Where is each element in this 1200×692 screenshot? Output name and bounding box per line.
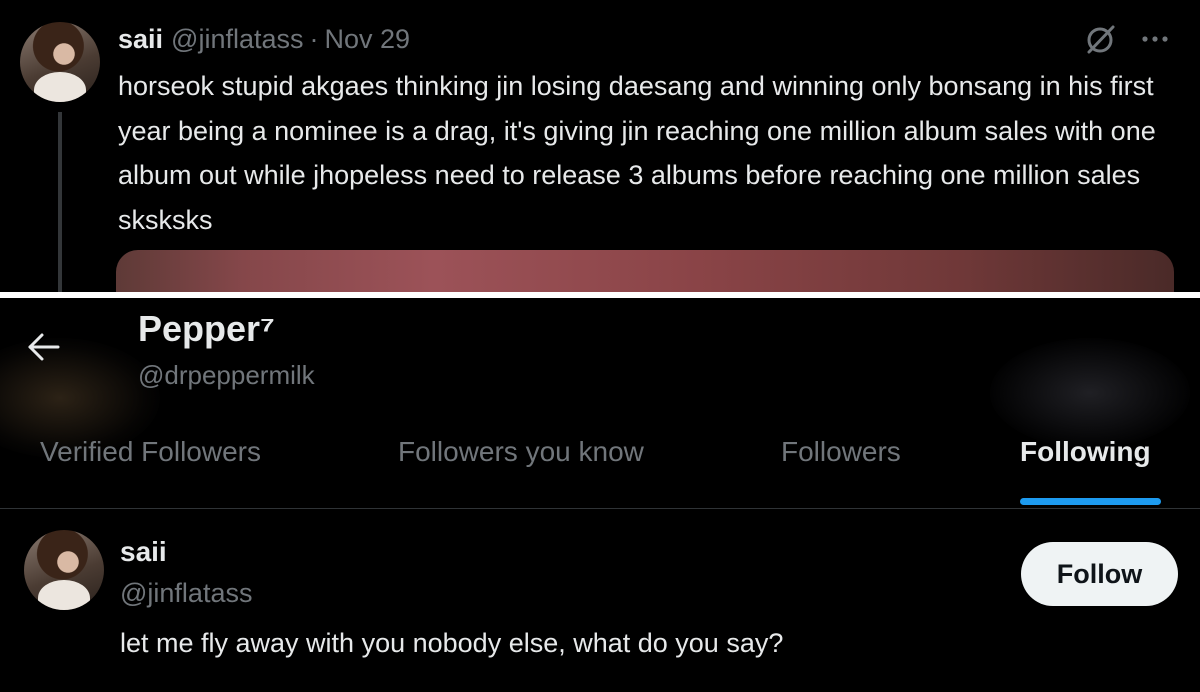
tweet-date[interactable]: Nov 29 [325,24,411,55]
follow-button[interactable]: Follow [1021,542,1178,606]
user-handle[interactable]: @jinflatass [120,578,252,609]
tabs-divider [0,508,1200,509]
tweet-author-name[interactable]: saii [118,24,163,55]
tab-following[interactable]: Following [1020,436,1151,468]
user-name[interactable]: saii [120,536,167,568]
more-icon[interactable] [1138,22,1172,56]
back-arrow-icon[interactable] [24,328,62,366]
user-bio: let me fly away with you nobody else, wh… [120,628,784,658]
tweet-text: horseok stupid akgaes thinking jin losin… [118,71,1156,235]
tab-verified-followers[interactable]: Verified Followers [40,436,261,468]
tweet-header: saii @jinflatass · Nov 29 [118,22,410,56]
tab-followers[interactable]: Followers [781,436,901,468]
tweet-card[interactable]: saii @jinflatass · Nov 29 horseok stupid… [0,0,1200,292]
tab-followers-you-know[interactable]: Followers you know [398,436,644,468]
tweet-author-handle[interactable]: @jinflatass [171,24,303,55]
thread-line [58,112,62,292]
tweet-author-avatar[interactable] [20,22,100,102]
tweet-media-image[interactable] [116,250,1174,292]
tab-bar: Verified Followers Followers you know Fo… [0,430,1200,508]
profile-name: Pepper⁷ [138,308,275,349]
avatar[interactable] [24,530,104,610]
following-page: Pepper⁷ @drpeppermilk Verified Followers… [0,298,1200,692]
tweet-header-separator: · [309,23,319,54]
list-item[interactable]: saii @jinflatass let me fly away with yo… [0,510,1200,692]
active-tab-indicator [1020,498,1161,505]
profile-handle: @drpeppermilk [138,360,315,390]
grok-icon[interactable] [1084,22,1118,56]
